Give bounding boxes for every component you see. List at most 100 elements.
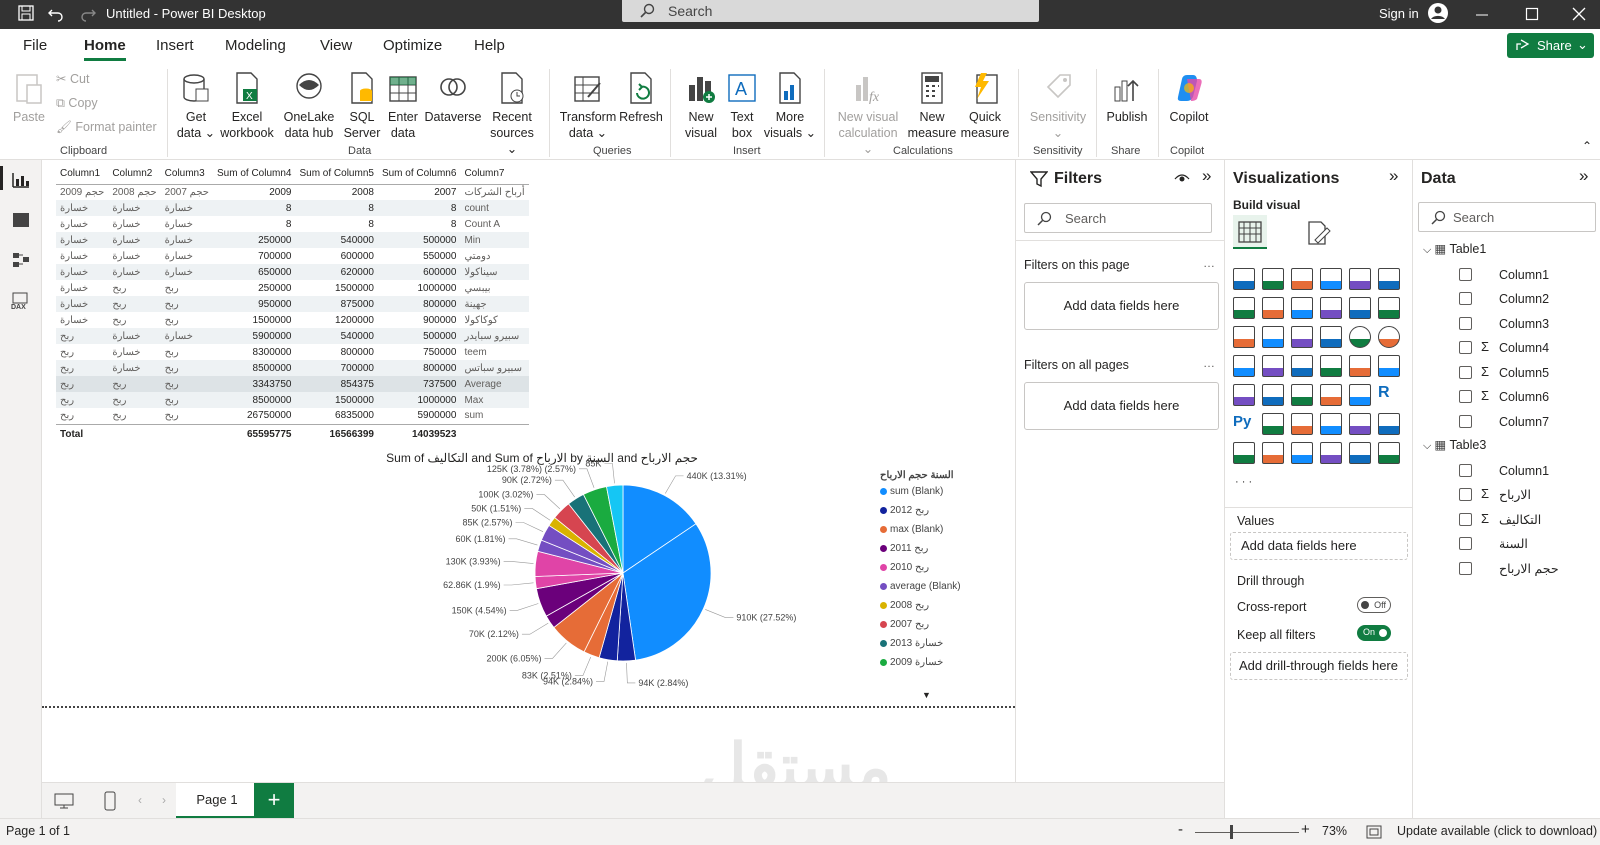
azure-map-icon[interactable] [1320,355,1342,377]
100-stacked-bar-chart-icon[interactable] [1349,268,1371,290]
legend-item[interactable]: ربح 2007 [880,619,990,638]
sign-in-link[interactable]: Sign in [1379,6,1419,21]
stacked-bar-chart-icon[interactable] [1233,268,1255,290]
field-item[interactable]: Σ Column6 [1413,387,1600,411]
build-visual-tab[interactable] [1233,215,1267,249]
onelake-button[interactable]: OneLake data hub [276,71,342,141]
field-checkbox[interactable] [1459,463,1472,477]
multi-row-card-icon[interactable] [1233,384,1255,406]
clustered-column-chart-icon[interactable] [1320,268,1342,290]
close-icon[interactable] [1572,7,1586,21]
more-options-icon[interactable]: … [1203,256,1215,270]
minimize-icon[interactable] [1475,8,1489,22]
more-options-icon[interactable]: … [1203,356,1215,370]
field-checkbox[interactable] [1459,512,1472,526]
100-stacked-column-chart-icon[interactable] [1378,268,1400,290]
all-pages-filter-drop-well[interactable]: Add data fields here [1024,382,1219,430]
python-visual-icon[interactable]: Py [1233,413,1255,435]
table-node-table3[interactable]: ⌵ ▦ Table3 [1423,436,1486,460]
field-checkbox[interactable] [1459,316,1472,330]
menu-view[interactable]: View [320,37,352,54]
collapse-visualizations-icon[interactable]: » [1389,166,1398,186]
stacked-column-chart-icon[interactable] [1262,268,1284,290]
sql-server-button[interactable]: SQL Server [342,71,382,141]
page-tab-page-1[interactable]: Page 1 [176,783,258,819]
new-visual-button[interactable]: New visual [680,71,722,141]
field-checkbox[interactable] [1459,292,1472,305]
field-checkbox[interactable] [1459,488,1472,501]
line-and-stacked-column-icon[interactable] [1349,297,1371,319]
values-drop-well[interactable]: Add data fields here [1230,532,1408,560]
zoom-out-button[interactable]: - [1178,821,1183,838]
slicer-icon[interactable] [1291,384,1313,406]
clustered-bar-chart-icon[interactable] [1291,268,1313,290]
page-prev-icon[interactable]: ‹ [138,793,142,807]
dataverse-button[interactable]: Dataverse [424,71,482,125]
field-item[interactable]: Column2 [1413,289,1600,313]
decomposition-tree-icon[interactable] [1291,413,1313,435]
line-and-clustered-column-icon[interactable] [1378,297,1400,319]
legend-item[interactable]: خسارة 2009 [880,657,990,676]
get-data-button[interactable]: Get data ⌄ [174,71,218,141]
field-item[interactable]: Σ Column4 [1413,338,1600,362]
map-icon[interactable] [1262,355,1284,377]
undo-icon[interactable] [47,4,65,22]
new-measure-button[interactable]: New measure [906,71,958,141]
waterfall-chart-icon[interactable] [1262,326,1284,348]
menu-optimize[interactable]: Optimize [383,37,442,54]
menu-modeling[interactable]: Modeling [225,37,286,54]
update-available-link[interactable]: Update available (click to download) [1397,824,1597,838]
collapse-filters-icon[interactable]: » [1202,166,1211,186]
new-card-icon[interactable] [1262,442,1284,464]
sensitivity-button[interactable]: Sensitivity ⌄ [1026,71,1090,141]
key-influencers-icon[interactable] [1262,413,1284,435]
account-icon[interactable] [1427,2,1449,24]
more-visuals-button[interactable]: More visuals ⌄ [762,71,818,141]
pie-chart-icon[interactable] [1349,326,1371,348]
collapse-ribbon-icon[interactable]: ⌃ [1582,139,1592,153]
page-filter-drop-well[interactable]: Add data fields here [1024,282,1219,330]
recent-sources-button[interactable]: Recent sources ⌄ [484,71,540,157]
treemap-icon[interactable] [1233,355,1255,377]
report-view-icon[interactable] [12,172,30,188]
narrative-icon[interactable] [1349,413,1371,435]
table-view-icon[interactable] [12,212,30,228]
matrix-icon[interactable] [1349,384,1371,406]
format-visual-icon[interactable] [1305,220,1331,246]
ribbon-chart-icon[interactable] [1233,326,1255,348]
field-item[interactable]: Σ Column5 [1413,363,1600,387]
title-search-box[interactable]: Search [622,0,1039,22]
model-view-icon[interactable] [12,252,30,268]
menu-file[interactable]: File [23,37,47,54]
arcgis-map-icon[interactable] [1349,442,1371,464]
field-item[interactable]: Column3 [1413,314,1600,338]
format-painter-button[interactable]: 🖌 Format painter [56,119,157,135]
donut-chart-icon[interactable] [1378,326,1400,348]
dax-query-view-icon[interactable]: DAX [10,292,32,310]
legend-scroll-down-icon[interactable]: ▼ [922,690,931,700]
area-chart-icon[interactable] [1262,297,1284,319]
paste-button[interactable]: Paste [12,71,46,125]
field-checkbox[interactable] [1459,561,1472,575]
data-search-input[interactable]: Search [1418,202,1596,232]
field-item[interactable]: السنة [1413,534,1600,558]
kpi-icon[interactable] [1262,384,1284,406]
desktop-layout-icon[interactable] [54,793,74,809]
fit-to-page-icon[interactable] [1366,825,1382,839]
filters-search-input[interactable]: Search [1024,203,1212,233]
field-item[interactable]: Column7 [1413,412,1600,436]
excel-workbook-button[interactable]: X Excel workbook [218,71,276,141]
legend-item[interactable]: ربح 2010 [880,562,990,581]
transform-data-button[interactable]: Transform data ⌄ [558,71,618,141]
table-icon[interactable] [1320,384,1342,406]
column-header[interactable]: Column3 [160,164,213,185]
column-header[interactable]: Column2 [108,164,161,185]
zoom-slider-thumb[interactable] [1230,825,1233,839]
collapse-data-icon[interactable]: » [1579,166,1588,186]
more-visuals-icon[interactable] [1378,442,1400,464]
goals-icon[interactable] [1378,413,1400,435]
card-icon[interactable] [1378,355,1400,377]
r-script-visual-icon[interactable]: R [1378,384,1400,406]
maximize-icon[interactable] [1525,7,1539,21]
add-page-button[interactable]: + [254,783,294,819]
